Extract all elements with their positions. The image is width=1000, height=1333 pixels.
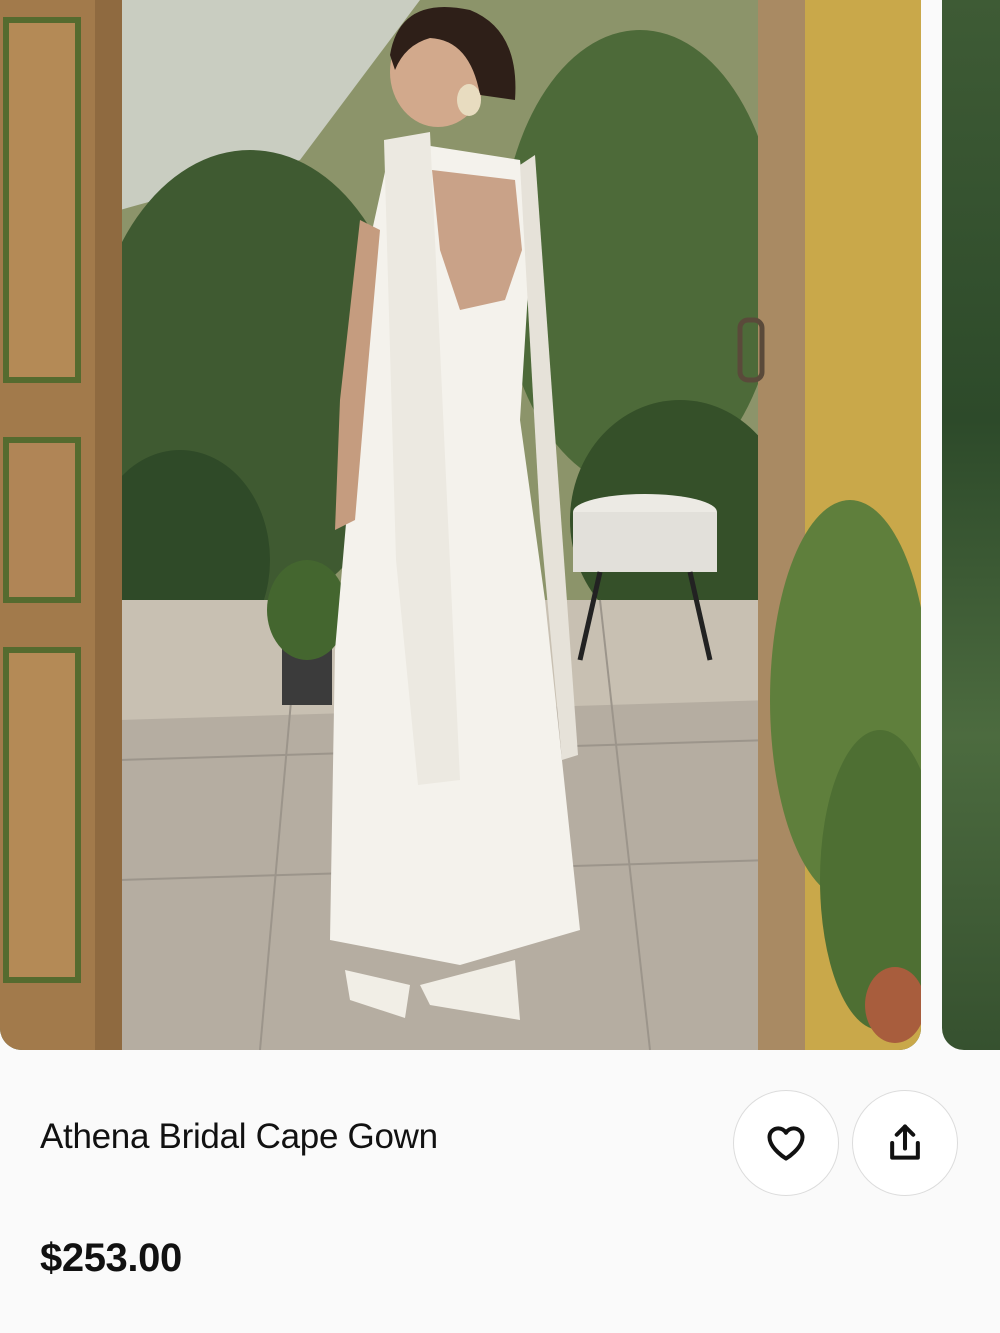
product-info-panel <box>0 1050 1000 1333</box>
favorite-button[interactable] <box>733 1090 839 1196</box>
heart-icon <box>767 1126 805 1161</box>
product-price: $253.00 <box>40 1236 182 1280</box>
product-image-gallery[interactable] <box>0 0 1000 1050</box>
product-photo[interactable] <box>0 0 921 1050</box>
next-product-photo-peek[interactable] <box>942 0 1000 1050</box>
product-photo-illustration <box>0 0 921 1050</box>
share-upload-icon <box>890 1124 920 1160</box>
share-button[interactable] <box>852 1090 958 1196</box>
product-title: Athena Bridal Cape Gown <box>40 1117 438 1156</box>
